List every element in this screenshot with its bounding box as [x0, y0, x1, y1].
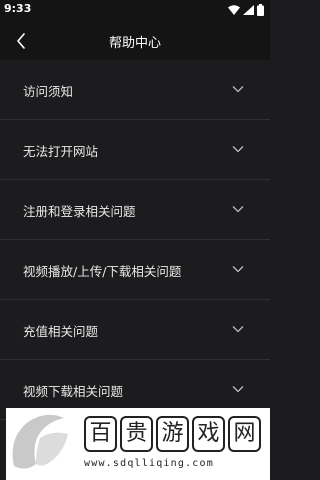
faq-item-label: 无法打开网站 [23, 144, 99, 159]
faq-item-label: 视频下载相关问题 [23, 384, 124, 399]
status-bar: 9:33 [0, 0, 270, 22]
faq-item-label: 注册和登录相关问题 [23, 204, 136, 219]
chevron-down-icon [232, 326, 244, 333]
watermark-logo [12, 414, 68, 469]
chevron-down-icon [232, 86, 244, 93]
faq-item-label: 充值相关问题 [23, 324, 99, 339]
chevron-down-icon [232, 206, 244, 213]
wifi-icon [228, 5, 240, 15]
faq-item-label: 视频播放/上传/下载相关问题 [23, 264, 182, 279]
watermark-url: www.sdqlliqing.com [84, 458, 214, 469]
watermark-title: 百 贵 游 戏 网 [84, 416, 261, 452]
page-title: 帮助中心 [108, 36, 161, 51]
watermark-char: 百 [84, 416, 117, 452]
nav-bar: 帮助中心 [0, 22, 270, 60]
faq-item-access-notice[interactable]: 访问须知 [0, 60, 270, 120]
battery-icon [257, 4, 264, 16]
faq-item-video-play-upload-download[interactable]: 视频播放/上传/下载相关问题 [0, 240, 270, 300]
signal-icon [243, 5, 254, 15]
faq-list: 访问须知 无法打开网站 注册和登录相关问题 视频播放/上传/下载相关问题 充值相… [0, 60, 270, 420]
chevron-down-icon [232, 266, 244, 273]
chevron-down-icon [232, 146, 244, 153]
faq-item-cannot-open[interactable]: 无法打开网站 [0, 120, 270, 180]
watermark-char: 游 [156, 416, 189, 452]
chevron-down-icon [232, 386, 244, 393]
help-center-screen: 9:33 帮助中心 访问须知 无法打开网站 注册和登录相关问题 视频播放/上传/… [0, 0, 270, 480]
watermark-overlay: 百 贵 游 戏 网 www.sdqlliqing.com [6, 408, 270, 480]
faq-item-recharge[interactable]: 充值相关问题 [0, 300, 270, 360]
watermark-char: 网 [228, 416, 261, 452]
faq-item-register-login[interactable]: 注册和登录相关问题 [0, 180, 270, 240]
watermark-char: 贵 [120, 416, 153, 452]
status-time: 9:33 [4, 2, 32, 15]
status-icons [228, 4, 264, 16]
faq-item-label: 访问须知 [23, 84, 74, 99]
watermark-char: 戏 [192, 416, 225, 452]
